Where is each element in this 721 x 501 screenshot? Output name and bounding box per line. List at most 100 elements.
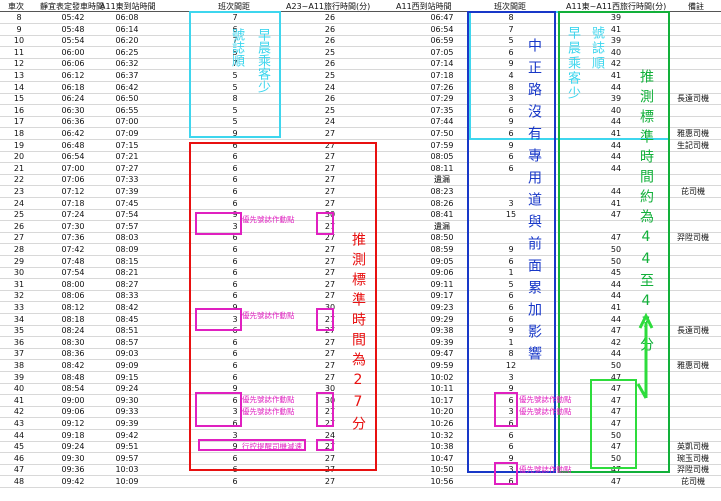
cell-west-arrival: 09:47 [430, 349, 454, 359]
cell-departure: 06:30 [61, 105, 85, 115]
cell-remark: 羿陞司機 [677, 465, 709, 475]
cell-west-arrival: 07:18 [430, 71, 454, 80]
cell-west-arrival: 09:38 [430, 326, 454, 336]
cell-east-arrival: 08:33 [115, 291, 139, 301]
arrow-up-icon [636, 312, 654, 399]
cell-departure: 09:30 [61, 453, 85, 463]
cell-remark: 長遠司機 [677, 326, 709, 336]
cell-west-arrival: 遺漏 [434, 175, 450, 185]
cell-west-arrival: 08:11 [430, 163, 454, 173]
cell-east-arrival: 08:03 [115, 233, 139, 243]
cell-trip: 48 [13, 477, 25, 486]
cell-east-arrival: 09:57 [115, 453, 139, 463]
annotation-signal-priority: 優先號誌作動點 [519, 395, 572, 404]
cell-departure: 06:36 [61, 117, 85, 127]
cell-remark: 生記司機 [677, 140, 709, 150]
cell-trip: 47 [13, 465, 25, 475]
magenta-box-headway-w-46 [494, 462, 518, 485]
cell-departure: 09:18 [61, 430, 85, 440]
cell-trip: 8 [16, 13, 22, 22]
cell-departure: 07:36 [61, 233, 85, 243]
cell-trip: 12 [13, 59, 25, 69]
header-scheduled-departure: 靜宜表定發車時間 [40, 2, 104, 11]
cell-travel-a23: 26 [324, 59, 336, 69]
cell-departure: 06:00 [61, 47, 85, 57]
cell-east-arrival: 06:42 [115, 82, 139, 92]
cell-west-arrival: 06:47 [430, 13, 454, 22]
header-a11-east-arrival: A11東到站時間 [100, 2, 156, 11]
cell-west-arrival: 10:47 [430, 453, 454, 463]
cell-departure: 08:18 [61, 314, 85, 324]
cell-west-arrival: 08:23 [430, 187, 454, 196]
cell-departure: 07:00 [61, 163, 85, 173]
cell-departure: 05:48 [61, 24, 85, 34]
cell-west-arrival: 06:54 [430, 24, 454, 34]
cell-west-arrival: 10:56 [430, 477, 454, 486]
cell-remark: 琬玉司機 [677, 453, 709, 463]
cell-east-arrival: 08:21 [115, 268, 139, 278]
cell-departure: 07:30 [61, 221, 85, 231]
cell-trip: 22 [13, 175, 25, 185]
cell-west-arrival: 09:11 [430, 279, 454, 289]
cell-west-arrival: 07:29 [430, 94, 454, 104]
cell-travel-a11: 47 [610, 477, 622, 486]
cell-east-arrival: 06:20 [115, 36, 139, 46]
cell-trip: 23 [13, 187, 25, 196]
cell-east-arrival: 09:09 [115, 361, 139, 370]
cell-departure: 06:24 [61, 94, 85, 104]
spreadsheet: 車次 靜宜表定發車時間 A11東到站時間 班次間距 A23~A11旅行時間(分)… [0, 0, 721, 501]
cell-departure: 08:12 [61, 303, 85, 312]
cell-east-arrival: 07:15 [115, 140, 139, 150]
cell-east-arrival: 08:15 [115, 256, 139, 266]
cell-departure: 08:36 [61, 349, 85, 359]
cell-departure: 06:06 [61, 59, 85, 69]
cell-trip: 15 [13, 94, 25, 104]
magenta-box-headway-w-40 [494, 392, 518, 427]
cell-west-arrival: 07:59 [430, 140, 454, 150]
cell-trip: 31 [13, 279, 25, 289]
cell-trip: 43 [13, 419, 25, 428]
cell-departure: 08:42 [61, 361, 85, 370]
cell-departure: 06:12 [61, 71, 85, 80]
cell-east-arrival: 10:09 [115, 477, 139, 486]
cell-departure: 09:36 [61, 465, 85, 475]
cell-west-arrival: 08:50 [430, 233, 454, 243]
cell-east-arrival: 08:09 [115, 245, 139, 254]
cell-west-arrival: 08:41 [430, 210, 454, 220]
cell-departure: 08:30 [61, 337, 85, 347]
cell-departure: 08:00 [61, 279, 85, 289]
cell-trip: 10 [13, 36, 25, 46]
cell-departure: 05:54 [61, 36, 85, 46]
cell-east-arrival: 09:39 [115, 419, 139, 428]
cell-departure: 09:42 [61, 477, 85, 486]
cell-east-arrival: 09:03 [115, 349, 139, 359]
cell-west-arrival: 09:17 [430, 291, 454, 301]
magenta-box-headway-25 [195, 212, 242, 235]
magenta-box-travel-33 [316, 308, 334, 331]
cell-departure: 05:42 [61, 13, 85, 22]
cell-trip: 24 [13, 198, 25, 208]
cell-trip: 19 [13, 140, 25, 150]
cell-trip: 33 [13, 303, 25, 312]
cell-east-arrival: 07:39 [115, 187, 139, 196]
cell-trip: 14 [13, 82, 25, 92]
cell-departure: 06:54 [61, 152, 85, 162]
cell-east-arrival: 06:37 [115, 71, 139, 80]
annotation-signal-priority: 優先號誌作動點 [242, 407, 295, 416]
cell-departure: 07:06 [61, 175, 85, 185]
cell-east-arrival: 10:03 [115, 465, 139, 475]
cell-west-arrival: 08:59 [430, 245, 454, 254]
cell-travel-a23: 26 [324, 24, 336, 34]
cell-departure: 08:48 [61, 372, 85, 382]
cell-departure: 06:42 [61, 129, 85, 138]
annotation-signal-priority: 優先號誌作動點 [242, 311, 295, 320]
cell-east-arrival: 07:54 [115, 210, 139, 220]
cell-departure: 07:42 [61, 245, 85, 254]
magenta-box-travel-25 [316, 212, 334, 235]
cell-trip: 37 [13, 349, 25, 359]
cell-trip: 18 [13, 129, 25, 138]
cell-trip: 21 [13, 163, 25, 173]
header-a11-west-arrival: A11西到站時間 [396, 2, 452, 11]
cell-remark: 長遠司機 [677, 94, 709, 104]
cell-east-arrival: 07:09 [115, 129, 139, 138]
